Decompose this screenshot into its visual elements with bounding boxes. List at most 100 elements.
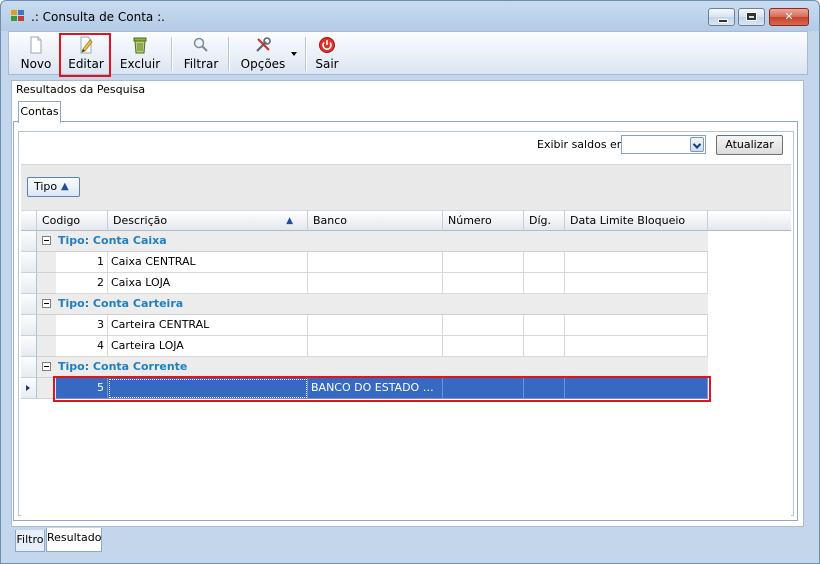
app-icon [11, 10, 25, 22]
close-icon: ✕ [784, 10, 794, 23]
cell-descricao[interactable]: Caixa LOJA [108, 273, 308, 294]
column-header-dig[interactable]: Díg. [524, 210, 565, 231]
filtrar-label: Filtrar [183, 57, 219, 71]
filtrar-button[interactable]: Filtrar [179, 32, 223, 74]
current-row-indicator-icon [26, 385, 30, 391]
group-by-area[interactable]: Tipo ▲ [21, 164, 791, 211]
saldos-select[interactable] [621, 135, 706, 154]
column-header-codigo[interactable]: Codigo [37, 210, 108, 231]
delete-trash-icon [133, 37, 147, 54]
group-label: Tipo: Conta Carteira [58, 297, 184, 310]
cell-dig[interactable] [524, 273, 565, 294]
row-header[interactable] [21, 315, 37, 336]
opcoes-dropdown-arrow-icon[interactable] [291, 52, 297, 56]
results-grid: Codigo Descrição ▲ Banco Número Díg. Dat… [21, 210, 791, 516]
toolbar-separator [228, 37, 230, 71]
tools-icon [256, 37, 271, 52]
sair-label: Sair [315, 57, 339, 71]
collapse-icon[interactable] [42, 299, 51, 308]
minimize-button[interactable] [708, 8, 735, 26]
atualizar-button[interactable]: Atualizar [716, 135, 783, 155]
row-header[interactable] [21, 336, 37, 357]
group-indent [37, 315, 56, 336]
column-header-banco[interactable]: Banco [308, 210, 443, 231]
cell-banco[interactable] [308, 252, 443, 273]
title-bar[interactable]: .: Consulta de Conta :. ✕ [1, 1, 819, 31]
opcoes-label: Opções [240, 57, 286, 71]
cell-dig[interactable] [524, 336, 565, 357]
cell-descricao[interactable]: Carteira CENTRAL [108, 315, 308, 336]
cell-numero[interactable] [443, 315, 524, 336]
power-icon [319, 37, 335, 53]
column-header-data-limite-bloqueio[interactable]: Data Limite Bloqueio [565, 210, 708, 231]
column-header-descricao-label: Descrição [113, 214, 168, 227]
cell-descricao[interactable]: Caixa CENTRAL [108, 252, 308, 273]
search-icon [193, 37, 208, 52]
cell-numero[interactable] [443, 252, 524, 273]
toolbar-separator [171, 37, 173, 71]
maximize-icon [746, 12, 757, 21]
cell-dig[interactable] [524, 315, 565, 336]
excluir-label: Excluir [119, 57, 161, 71]
excluir-button[interactable]: Excluir [115, 32, 165, 74]
tab-contas[interactable]: Contas [18, 101, 61, 123]
group-row-conta-caixa[interactable]: Tipo: Conta Caixa [37, 231, 708, 252]
row-header[interactable] [21, 252, 37, 273]
novo-button[interactable]: Novo [13, 32, 59, 74]
maximize-button[interactable] [738, 8, 765, 26]
toolbar: Novo Editar Excluir Filtrar Opções Sair [8, 31, 808, 75]
group-indent [37, 336, 56, 357]
cell-banco[interactable] [308, 336, 443, 357]
novo-label: Novo [20, 57, 52, 71]
cell-banco[interactable] [308, 315, 443, 336]
group-by-tipo-chip[interactable]: Tipo ▲ [27, 177, 80, 197]
cell-numero[interactable] [443, 273, 524, 294]
row-header[interactable] [21, 231, 37, 252]
column-header-filler [708, 210, 791, 231]
row-header-corner [21, 210, 37, 231]
cell-data-limite[interactable] [565, 273, 708, 294]
cell-banco[interactable] [308, 273, 443, 294]
selected-row-highlight-box [53, 376, 711, 402]
group-label: Tipo: Conta Caixa [58, 234, 167, 247]
row-header[interactable] [21, 357, 37, 378]
toolbar-separator [305, 37, 307, 71]
minimize-icon [718, 19, 728, 23]
group-indent [37, 273, 56, 294]
row-header-selected[interactable] [21, 378, 37, 399]
cell-codigo[interactable]: 3 [56, 315, 108, 336]
sort-ascending-icon: ▲ [286, 216, 293, 226]
saldos-label: Exibir saldos em: [537, 138, 632, 151]
collapse-icon[interactable] [42, 362, 51, 371]
collapse-icon[interactable] [42, 236, 51, 245]
cell-codigo[interactable]: 1 [56, 252, 108, 273]
cell-numero[interactable] [443, 336, 524, 357]
sair-button[interactable]: Sair [309, 32, 345, 74]
row-header[interactable] [21, 273, 37, 294]
row-header[interactable] [21, 294, 37, 315]
chevron-down-icon[interactable] [690, 137, 704, 152]
cell-codigo[interactable]: 2 [56, 273, 108, 294]
cell-dig[interactable] [524, 252, 565, 273]
group-row-conta-carteira[interactable]: Tipo: Conta Carteira [37, 294, 708, 315]
group-indent [37, 252, 56, 273]
cell-data-limite[interactable] [565, 336, 708, 357]
tab-resultado[interactable]: Resultado [46, 528, 102, 552]
group-label: Tipo: Conta Corrente [58, 360, 188, 373]
close-button[interactable]: ✕ [769, 8, 809, 26]
sort-ascending-icon: ▲ [61, 181, 69, 192]
cell-descricao[interactable]: Carteira LOJA [108, 336, 308, 357]
tab-filtro[interactable]: Filtro [15, 530, 45, 552]
group-by-tipo-label: Tipo [34, 180, 58, 193]
opcoes-button[interactable]: Opções [235, 32, 291, 74]
group-title: Resultados da Pesquisa [16, 83, 146, 96]
column-header-descricao[interactable]: Descrição ▲ [108, 210, 308, 231]
cell-codigo[interactable]: 4 [56, 336, 108, 357]
cell-data-limite[interactable] [565, 252, 708, 273]
new-document-icon [30, 36, 42, 54]
window-title: .: Consulta de Conta :. [31, 10, 165, 24]
cell-data-limite[interactable] [565, 315, 708, 336]
column-header-numero[interactable]: Número [443, 210, 524, 231]
editar-highlight-box [59, 33, 111, 77]
group-row-conta-corrente[interactable]: Tipo: Conta Corrente [37, 357, 708, 378]
